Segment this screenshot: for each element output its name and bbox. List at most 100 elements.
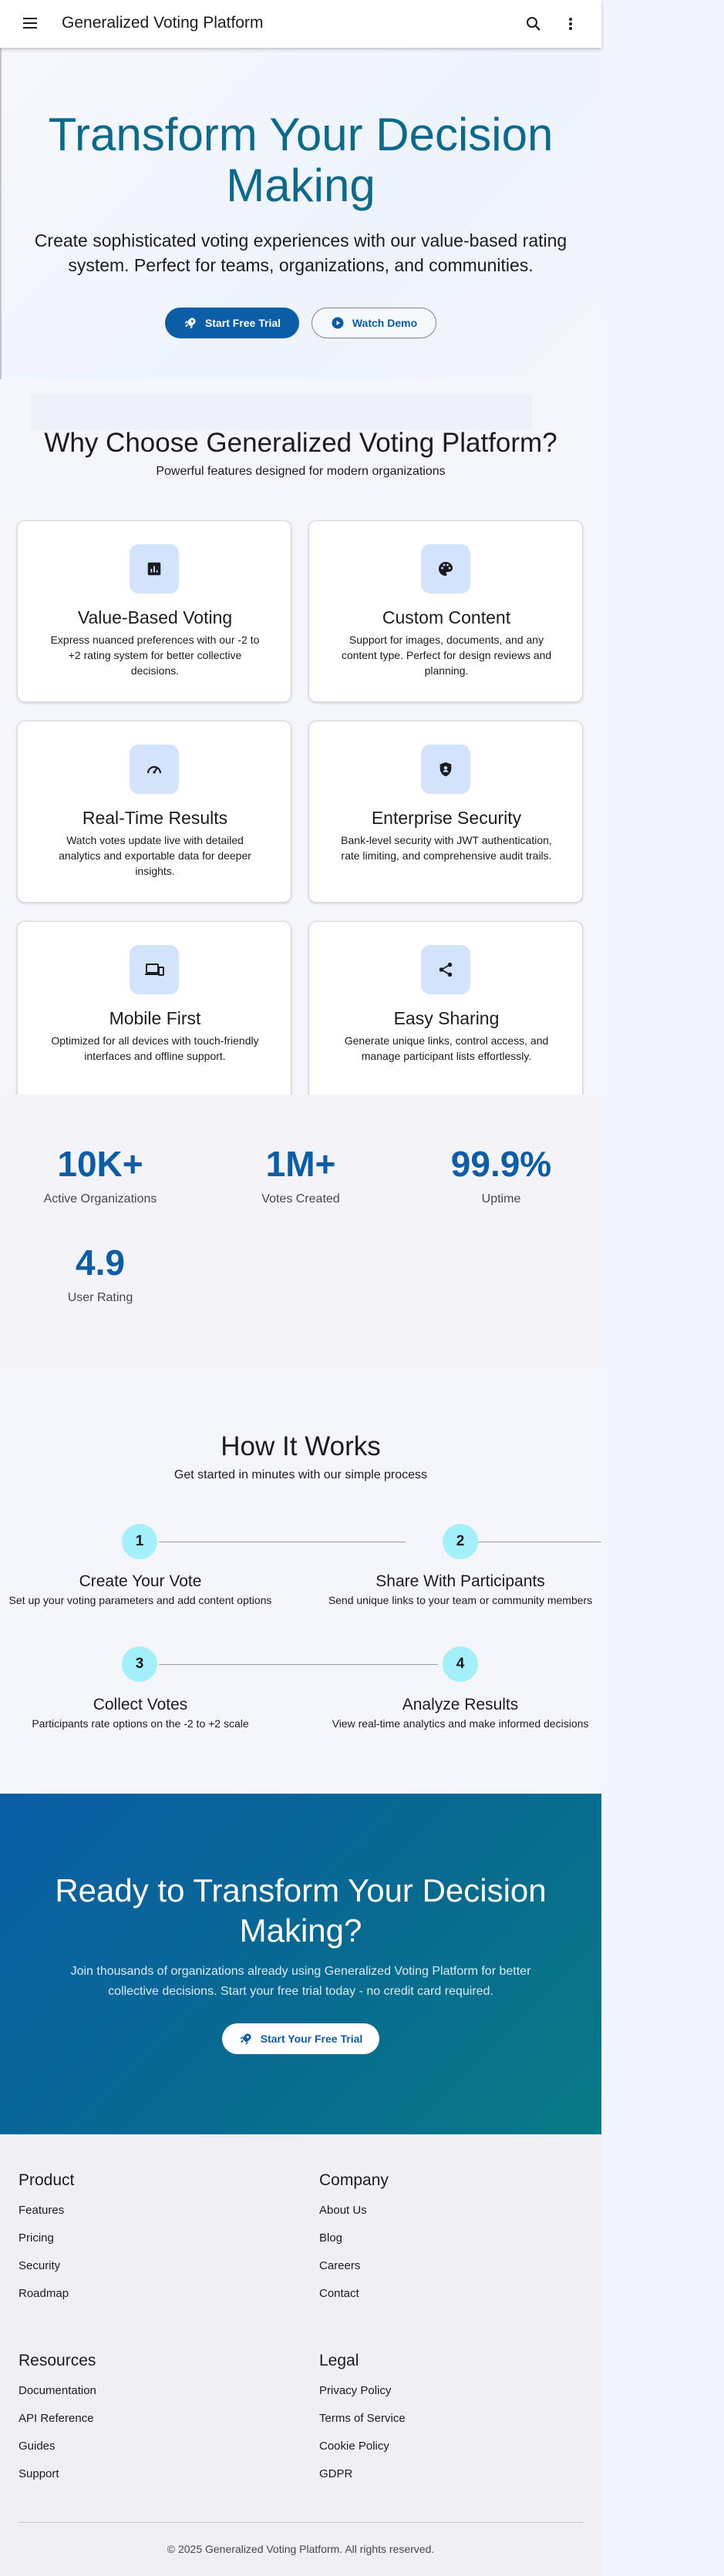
feature-description: Express nuanced preferences with our -2 … [50, 634, 260, 677]
landing-page: Generalized Voting Platform Transform Yo… [0, 0, 601, 2576]
hero-edge-divider [0, 48, 2, 379]
step-description: Set up your voting parameters and add co… [8, 1594, 272, 1606]
hero-decorative-strip [31, 395, 532, 429]
footer-link[interactable]: API Reference [19, 2410, 250, 2438]
footer-column-resources: Resources Documentation API Reference Gu… [19, 2352, 250, 2494]
feature-title: Custom Content [382, 607, 511, 627]
play-circle-icon [332, 317, 344, 329]
feature-title: Enterprise Security [371, 808, 522, 828]
app-title: Generalized Voting Platform [62, 14, 264, 32]
footer-link[interactable]: Pricing [19, 2230, 250, 2258]
poll-icon [130, 544, 179, 594]
speedometer-icon [130, 745, 179, 794]
footer-link[interactable]: Careers [319, 2258, 551, 2285]
feature-description: Watch votes update live with detailed an… [59, 834, 251, 877]
stat-item: 1M+ Votes Created [208, 1143, 393, 1206]
footer-column-title: Product [19, 2171, 75, 2189]
footer-link[interactable]: Cookie Policy [319, 2438, 551, 2466]
footer-link[interactable]: Guides [19, 2438, 250, 2466]
step-number-badge: 4 [443, 1646, 478, 1682]
start-free-trial-label: Start Free Trial [204, 317, 281, 329]
step-description: Participants rate options on the -2 to +… [32, 1717, 249, 1730]
feature-card: Real-Time Results Watch votes update liv… [17, 721, 291, 903]
step-description: View real-time analytics and make inform… [332, 1717, 589, 1730]
footer-link[interactable]: GDPR [319, 2466, 551, 2494]
step-number-badge: 2 [443, 1524, 478, 1559]
stat-value: 4.9 [76, 1243, 125, 1283]
palette-icon [421, 544, 470, 594]
feature-title: Easy Sharing [393, 1008, 500, 1028]
how-it-works-title: How It Works [221, 1431, 381, 1461]
step-description: Send unique links to your team or commun… [328, 1594, 593, 1606]
copyright-text: © 2025 Generalized Voting Platform. All … [167, 2543, 435, 2555]
cta-text: Join thousands of organizations already … [70, 1965, 531, 1998]
feature-card: Enterprise Security Bank-level security … [308, 721, 583, 903]
stat-value: 99.9% [450, 1144, 552, 1184]
stat-item: 4.9 User Rating [8, 1242, 193, 1305]
feature-title: Mobile First [109, 1008, 201, 1028]
feature-title: Value-Based Voting [77, 607, 233, 627]
features-subtitle: Powerful features designed for modern or… [156, 465, 446, 478]
more-vert-icon[interactable] [561, 15, 580, 33]
stat-item: 10K+ Active Organizations [8, 1143, 193, 1206]
footer-link[interactable]: Terms of Service [319, 2410, 551, 2438]
footer-divider [19, 2522, 583, 2523]
watch-demo-label: Watch Demo [352, 317, 418, 329]
top-app-bar: Generalized Voting Platform [0, 0, 601, 48]
stat-label: Active Organizations [43, 1192, 157, 1206]
feature-description: Generate unique links, control access, a… [344, 1034, 549, 1062]
footer-link[interactable]: Roadmap [19, 2285, 250, 2313]
stats-section: 10K+ Active Organizations 1M+ Votes Crea… [0, 1095, 601, 1368]
share-icon [421, 945, 470, 994]
footer-column-legal: Legal Privacy Policy Terms of Service Co… [319, 2352, 551, 2494]
menu-icon[interactable] [20, 15, 40, 33]
stat-label: Uptime [481, 1192, 521, 1206]
footer-link[interactable]: Contact [319, 2285, 551, 2313]
footer: Product Features Pricing Security Roadma… [0, 2134, 601, 2576]
hero-subtitle: Create sophisticated voting experiences … [34, 230, 567, 275]
step-number-badge: 1 [122, 1524, 157, 1559]
step-title: Share With Participants [375, 1572, 545, 1590]
hero-section: Transform Your Decision Making Create so… [0, 48, 601, 379]
feature-card: Easy Sharing Generate unique links, cont… [308, 921, 583, 1103]
step-connector [159, 1664, 438, 1665]
step-title: Analyze Results [402, 1696, 519, 1713]
shield-icon [421, 745, 470, 794]
footer-link[interactable]: Support [19, 2466, 250, 2494]
footer-link[interactable]: Privacy Policy [319, 2383, 551, 2410]
footer-link[interactable]: Documentation [19, 2383, 250, 2410]
step-title: Collect Votes [93, 1696, 188, 1713]
rocket-icon [184, 318, 196, 329]
devices-icon [130, 945, 179, 994]
cta-title: Ready to Transform Your Decision Making? [55, 1872, 547, 1949]
search-icon[interactable] [524, 15, 543, 33]
feature-card: Mobile First Optimized for all devices w… [17, 921, 291, 1103]
how-it-works-subtitle: Get started in minutes with our simple p… [173, 1468, 428, 1481]
rocket-icon [240, 2033, 251, 2045]
stat-label: User Rating [67, 1291, 133, 1304]
footer-column-title: Company [319, 2171, 389, 2189]
footer-link[interactable]: Blog [319, 2230, 551, 2258]
cta-section: Ready to Transform Your Decision Making?… [0, 1794, 601, 2134]
feature-description: Support for images, documents, and any c… [341, 634, 552, 677]
footer-link[interactable]: Features [19, 2202, 250, 2230]
footer-link[interactable]: Security [19, 2258, 250, 2285]
feature-card: Custom Content Support for images, docum… [308, 520, 583, 702]
hero-title: Transform Your Decision Making [48, 109, 554, 211]
feature-title: Real-Time Results [82, 808, 228, 828]
footer-column-title: Legal [319, 2352, 359, 2369]
footer-column-title: Resources [19, 2352, 96, 2369]
footer-column-company: Company About Us Blog Careers Contact [319, 2171, 551, 2313]
start-free-trial-button[interactable]: Start Free Trial [165, 308, 299, 338]
stat-value: 1M+ [265, 1144, 336, 1184]
footer-link[interactable]: About Us [319, 2202, 551, 2230]
watch-demo-button[interactable]: Watch Demo [311, 308, 436, 338]
stat-label: Votes Created [261, 1192, 340, 1206]
feature-description: Bank-level security with JWT authenticat… [341, 834, 552, 862]
step-title: Create Your Vote [79, 1572, 202, 1590]
feature-card: Value-Based Voting Express nuanced prefe… [17, 520, 291, 702]
stat-value: 10K+ [57, 1144, 143, 1184]
feature-description: Optimized for all devices with touch-fri… [51, 1034, 259, 1062]
footer-column-product: Product Features Pricing Security Roadma… [19, 2171, 250, 2313]
start-your-free-trial-button[interactable]: Start Your Free Trial [222, 2023, 379, 2054]
